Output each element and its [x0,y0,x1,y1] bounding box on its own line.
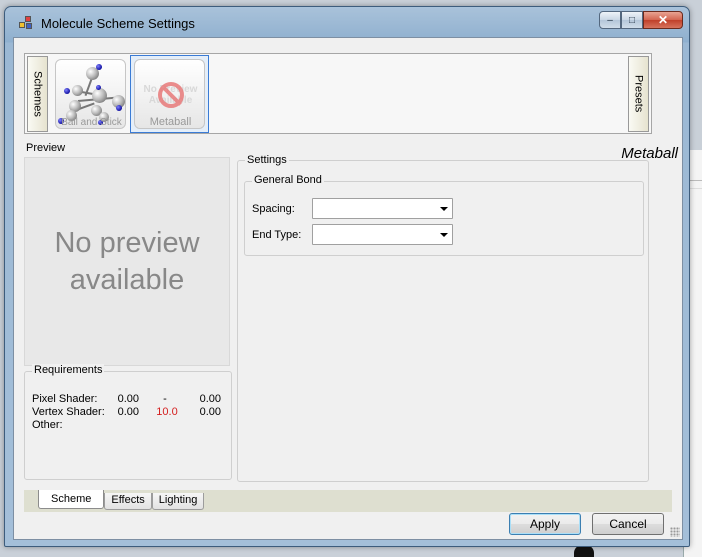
scheme-selector-strip: Schemes Ball and Stick No Preview Availa… [24,53,652,134]
close-button[interactable]: ✕ [643,11,683,29]
settings-group-title: Settings [245,154,289,166]
spacing-label: Spacing: [252,203,295,215]
tab-lighting[interactable]: Lighting [151,493,205,510]
tab-scheme[interactable]: Scheme [38,490,105,509]
schemes-side-tab-label: Schemes [31,71,44,117]
spacing-dropdown[interactable] [312,198,453,219]
molecule-scheme-settings-window: Molecule Scheme Settings – □ ✕ Schemes B… [4,6,690,547]
presets-side-tab[interactable]: Presets [628,56,649,132]
window-title: Molecule Scheme Settings [41,16,195,31]
scheme-thumb-label: Ball and Stick [61,117,122,128]
schemes-side-tab[interactable]: Schemes [27,56,48,132]
requirements-group-title: Requirements [32,364,105,376]
dialog-client-area: Schemes Ball and Stick No Preview Availa… [13,37,683,540]
requirements-group: Requirements Pixel Shader: 0.00 - 0.00 V… [24,364,232,480]
resize-grip[interactable] [670,527,680,537]
caption-buttons: – □ ✕ [599,11,683,29]
preview-area: No preview available [24,157,230,366]
vertex-shader-current: 10.0 [156,406,178,418]
cancel-button[interactable]: Cancel [592,513,664,535]
vertex-shader-max: 0.00 [199,406,221,418]
minimize-button[interactable]: – [599,11,621,29]
presets-side-tab-label: Presets [632,75,645,113]
other-label: Other: [32,419,63,431]
no-preview-icon [158,82,184,108]
chevron-down-icon [440,207,448,211]
tab-effects[interactable]: Effects [104,493,152,510]
scheme-tab-page: Preview No preview available Requirement… [24,142,672,492]
no-preview-message: No preview available [54,226,200,296]
end-type-label: End Type: [252,229,302,241]
chevron-down-icon [440,233,448,237]
end-type-dropdown[interactable] [312,224,453,245]
scheme-thumb-metaball[interactable]: No Preview Available Metaball [130,55,209,133]
scheme-thumb-ball-and-stick[interactable]: Ball and Stick [51,55,130,133]
pixel-shader-min: 0.00 [117,393,139,405]
ball-and-stick-preview-image: Ball and Stick [55,59,126,129]
settings-group: Settings General Bond Spacing: End Type: [237,154,649,482]
apply-button[interactable]: Apply [509,513,581,535]
pixel-shader-label: Pixel Shader: [32,393,98,405]
pixel-shader-current: - [163,393,167,405]
restore-button[interactable]: □ [621,11,643,29]
pixel-shader-max: 0.00 [199,393,221,405]
current-scheme-name: Metaball [621,145,678,162]
general-bond-group: General Bond Spacing: End Type: [244,174,644,256]
app-icon [19,16,33,30]
preview-group-title: Preview [24,142,68,154]
vertex-shader-label: Vertex Shader: [32,406,105,418]
preview-group: Preview No preview available [21,142,231,366]
title-bar[interactable]: Molecule Scheme Settings – □ ✕ [5,7,689,37]
scheme-thumb-label: Metaball [149,116,192,128]
general-bond-group-title: General Bond [252,174,324,186]
vertex-shader-min: 0.00 [117,406,139,418]
bottom-tab-strip: Scheme Effects Lighting [38,490,205,510]
metaball-preview-image: No Preview Available Metaball [134,59,205,129]
